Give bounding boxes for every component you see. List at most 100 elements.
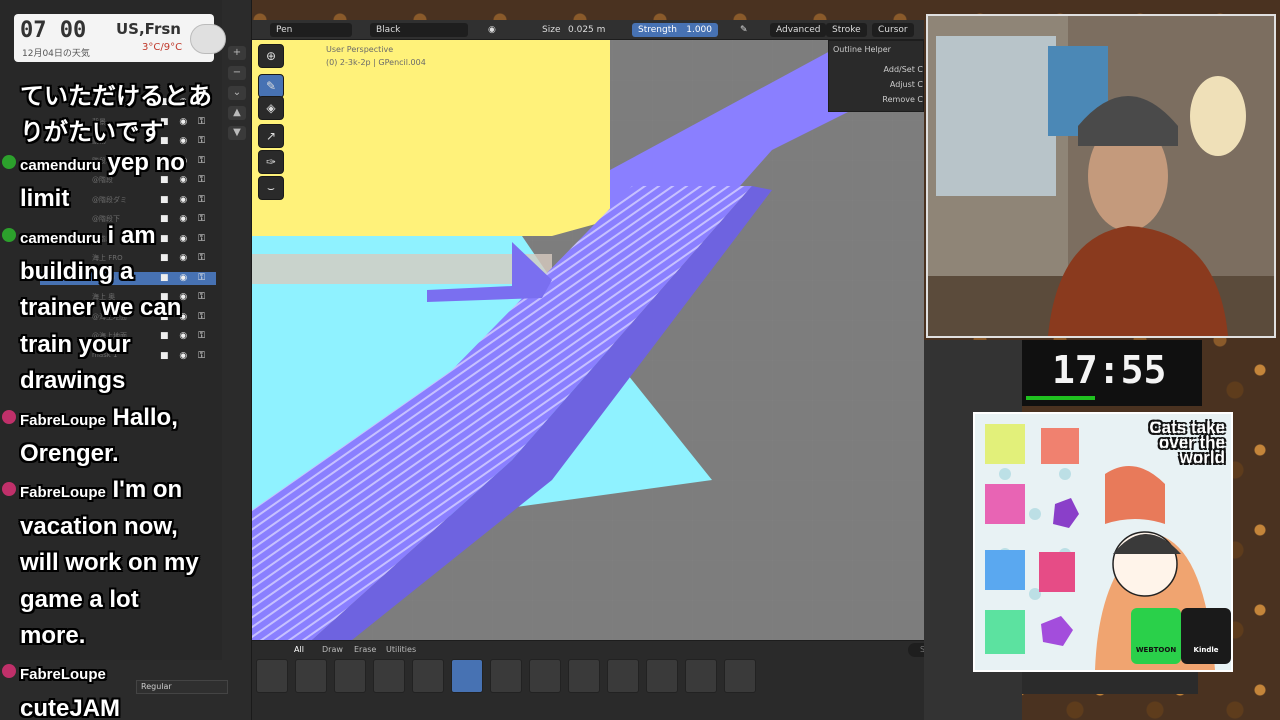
chat-username: camenduru <box>20 229 101 247</box>
chat-username: FabreLoupe <box>20 484 106 502</box>
tab-all[interactable]: All <box>294 645 304 654</box>
chat-message-text: limit <box>20 185 70 213</box>
timer-progress <box>1026 396 1095 400</box>
chat-message-text: I'm on <box>112 476 183 504</box>
tab-erase[interactable]: Erase <box>354 645 376 654</box>
tool-dropdown[interactable]: Pen <box>270 23 352 37</box>
webcam-feed <box>926 14 1276 338</box>
ad-headline: Cats take over the world <box>1149 418 1225 467</box>
chat-text-line: will work on my <box>20 549 199 577</box>
brush-swatch[interactable] <box>490 659 522 693</box>
status-bar-right <box>1022 672 1198 694</box>
cursor-tool[interactable]: ⊕ <box>258 44 284 68</box>
chat-text-line: cuteJAM <box>20 695 120 720</box>
chat-username: camenduru <box>20 156 101 174</box>
user-badge-icon <box>2 664 16 679</box>
chat-message-text: cuteJAM <box>20 694 121 720</box>
chat-message-text: Hallo, <box>112 403 178 431</box>
fill-tool[interactable]: ◈ <box>258 96 284 120</box>
chat-message: FabreLoupe <box>20 658 106 686</box>
draw-tool[interactable]: ✎ <box>258 74 284 98</box>
curve-tool[interactable]: ⌣ <box>258 176 284 200</box>
add-layer-button[interactable]: + <box>228 46 246 60</box>
chat-message-text: drawings <box>20 367 126 395</box>
material-icon[interactable]: ◉ <box>488 23 496 37</box>
chat-text-line: more. <box>20 622 85 650</box>
user-badge-icon <box>2 482 16 497</box>
chat-text-line: ていただけるとあ <box>20 76 212 111</box>
tab-draw[interactable]: Draw <box>322 645 343 654</box>
brush-swatch[interactable] <box>529 659 561 693</box>
eyedropper-tool[interactable]: ✑ <box>258 150 284 174</box>
timer-value: 17:55 <box>1052 348 1167 392</box>
shore-shape <box>252 254 552 284</box>
viewport-perspective: User Perspective <box>326 45 394 54</box>
brush-swatch[interactable] <box>451 659 483 693</box>
outline-helper-title: Outline Helper <box>833 45 891 54</box>
material-dropdown[interactable]: Black <box>370 23 468 37</box>
strength-field[interactable]: Strength 1.000 <box>632 23 718 37</box>
brush-swatch[interactable] <box>685 659 717 693</box>
chat-text-line: limit <box>20 185 69 213</box>
brush-swatch[interactable] <box>607 659 639 693</box>
pen-pressure-icon[interactable]: ✎ <box>740 23 748 37</box>
weather-temperature: 3°C/9°C <box>142 42 183 53</box>
chat-text-line: trainer we can <box>20 294 181 322</box>
brush-swatch[interactable] <box>412 659 444 693</box>
kindle-badge[interactable]: Kindle <box>1181 608 1231 664</box>
chat-message-text: more. <box>20 622 86 649</box>
add-set-button[interactable]: Add/Set C <box>829 63 925 77</box>
chat-username: FabreLoupe <box>20 411 106 429</box>
webtoon-badge[interactable]: WEBTOON <box>1131 608 1181 664</box>
chat-message-text: trainer we can <box>20 294 182 322</box>
brush-swatch[interactable] <box>373 659 405 693</box>
brush-swatch[interactable] <box>646 659 678 693</box>
brush-tabs: All Draw Erase Utilities <box>252 643 552 657</box>
advanced-dropdown[interactable]: Advanced <box>770 23 827 37</box>
tint-tool[interactable]: ↗ <box>258 124 284 148</box>
stream-timer: 17:55 <box>1022 340 1202 406</box>
size-field[interactable]: 0.025 m <box>568 23 605 37</box>
chat-text-line: building a <box>20 258 133 286</box>
tab-utilities[interactable]: Utilities <box>386 645 416 654</box>
strength-value: 1.000 <box>686 25 712 35</box>
adjust-button[interactable]: Adjust C <box>829 78 925 92</box>
brush-swatch[interactable] <box>724 659 756 693</box>
chat-text-line: りがたいです <box>20 112 163 147</box>
comic-ad: Cats take over the world WEBTOON Kindle <box>973 412 1233 672</box>
tool-header: Pen Black ◉ Size 0.025 m Strength 1.000 … <box>252 20 924 40</box>
outline-helper-panel: Outline Helper Add/Set C Adjust C Remove… <box>828 40 924 112</box>
chat-text-line: vacation now, <box>20 513 178 541</box>
brush-swatch[interactable] <box>568 659 600 693</box>
size-label: Size <box>542 25 561 35</box>
weather-date: 12月04日の天気 <box>22 49 90 59</box>
chat-message-text: train your <box>20 330 131 358</box>
clock-time: 07 00 <box>20 18 87 43</box>
scene-drawing <box>252 40 924 640</box>
chat-message-text: will work on my <box>20 549 199 577</box>
chat-text-line: train your <box>20 331 131 359</box>
user-badge-icon <box>2 227 16 242</box>
chat-username: FabreLoupe <box>20 666 106 684</box>
chat-text-line: Orenger. <box>20 440 119 468</box>
weather-widget: 07 00 US,Frsn 12月04日の天気 3°C/9°C <box>14 14 226 62</box>
chat-overlay: ていただけるとあ りがたいです camenduru yep no limit camen… <box>0 70 250 720</box>
brush-swatch[interactable] <box>334 659 366 693</box>
brush-swatch[interactable] <box>295 659 327 693</box>
chat-message-text: i am <box>107 221 156 249</box>
viewport-object-info: (0) 2-3k-2p | GPencil.004 <box>326 58 426 67</box>
3d-viewport[interactable]: User Perspective (0) 2-3k-2p | GPencil.0… <box>252 40 924 640</box>
weather-location: US,Frsn <box>116 20 181 38</box>
remove-button[interactable]: Remove C <box>829 93 925 107</box>
chat-message-text: game a lot <box>20 585 139 613</box>
chat-message-text: りがたいです <box>20 119 164 147</box>
stroke-dropdown[interactable]: Stroke <box>826 23 867 37</box>
brush-swatch[interactable] <box>256 659 288 693</box>
cloud-icon <box>190 24 226 54</box>
chat-message-text: building a <box>20 258 134 285</box>
sky-shape <box>252 40 610 236</box>
chat-message: camenduru i am <box>20 222 156 250</box>
user-badge-icon <box>2 154 16 169</box>
chat-text-line: drawings <box>20 367 125 395</box>
cursor-dropdown[interactable]: Cursor <box>872 23 914 37</box>
